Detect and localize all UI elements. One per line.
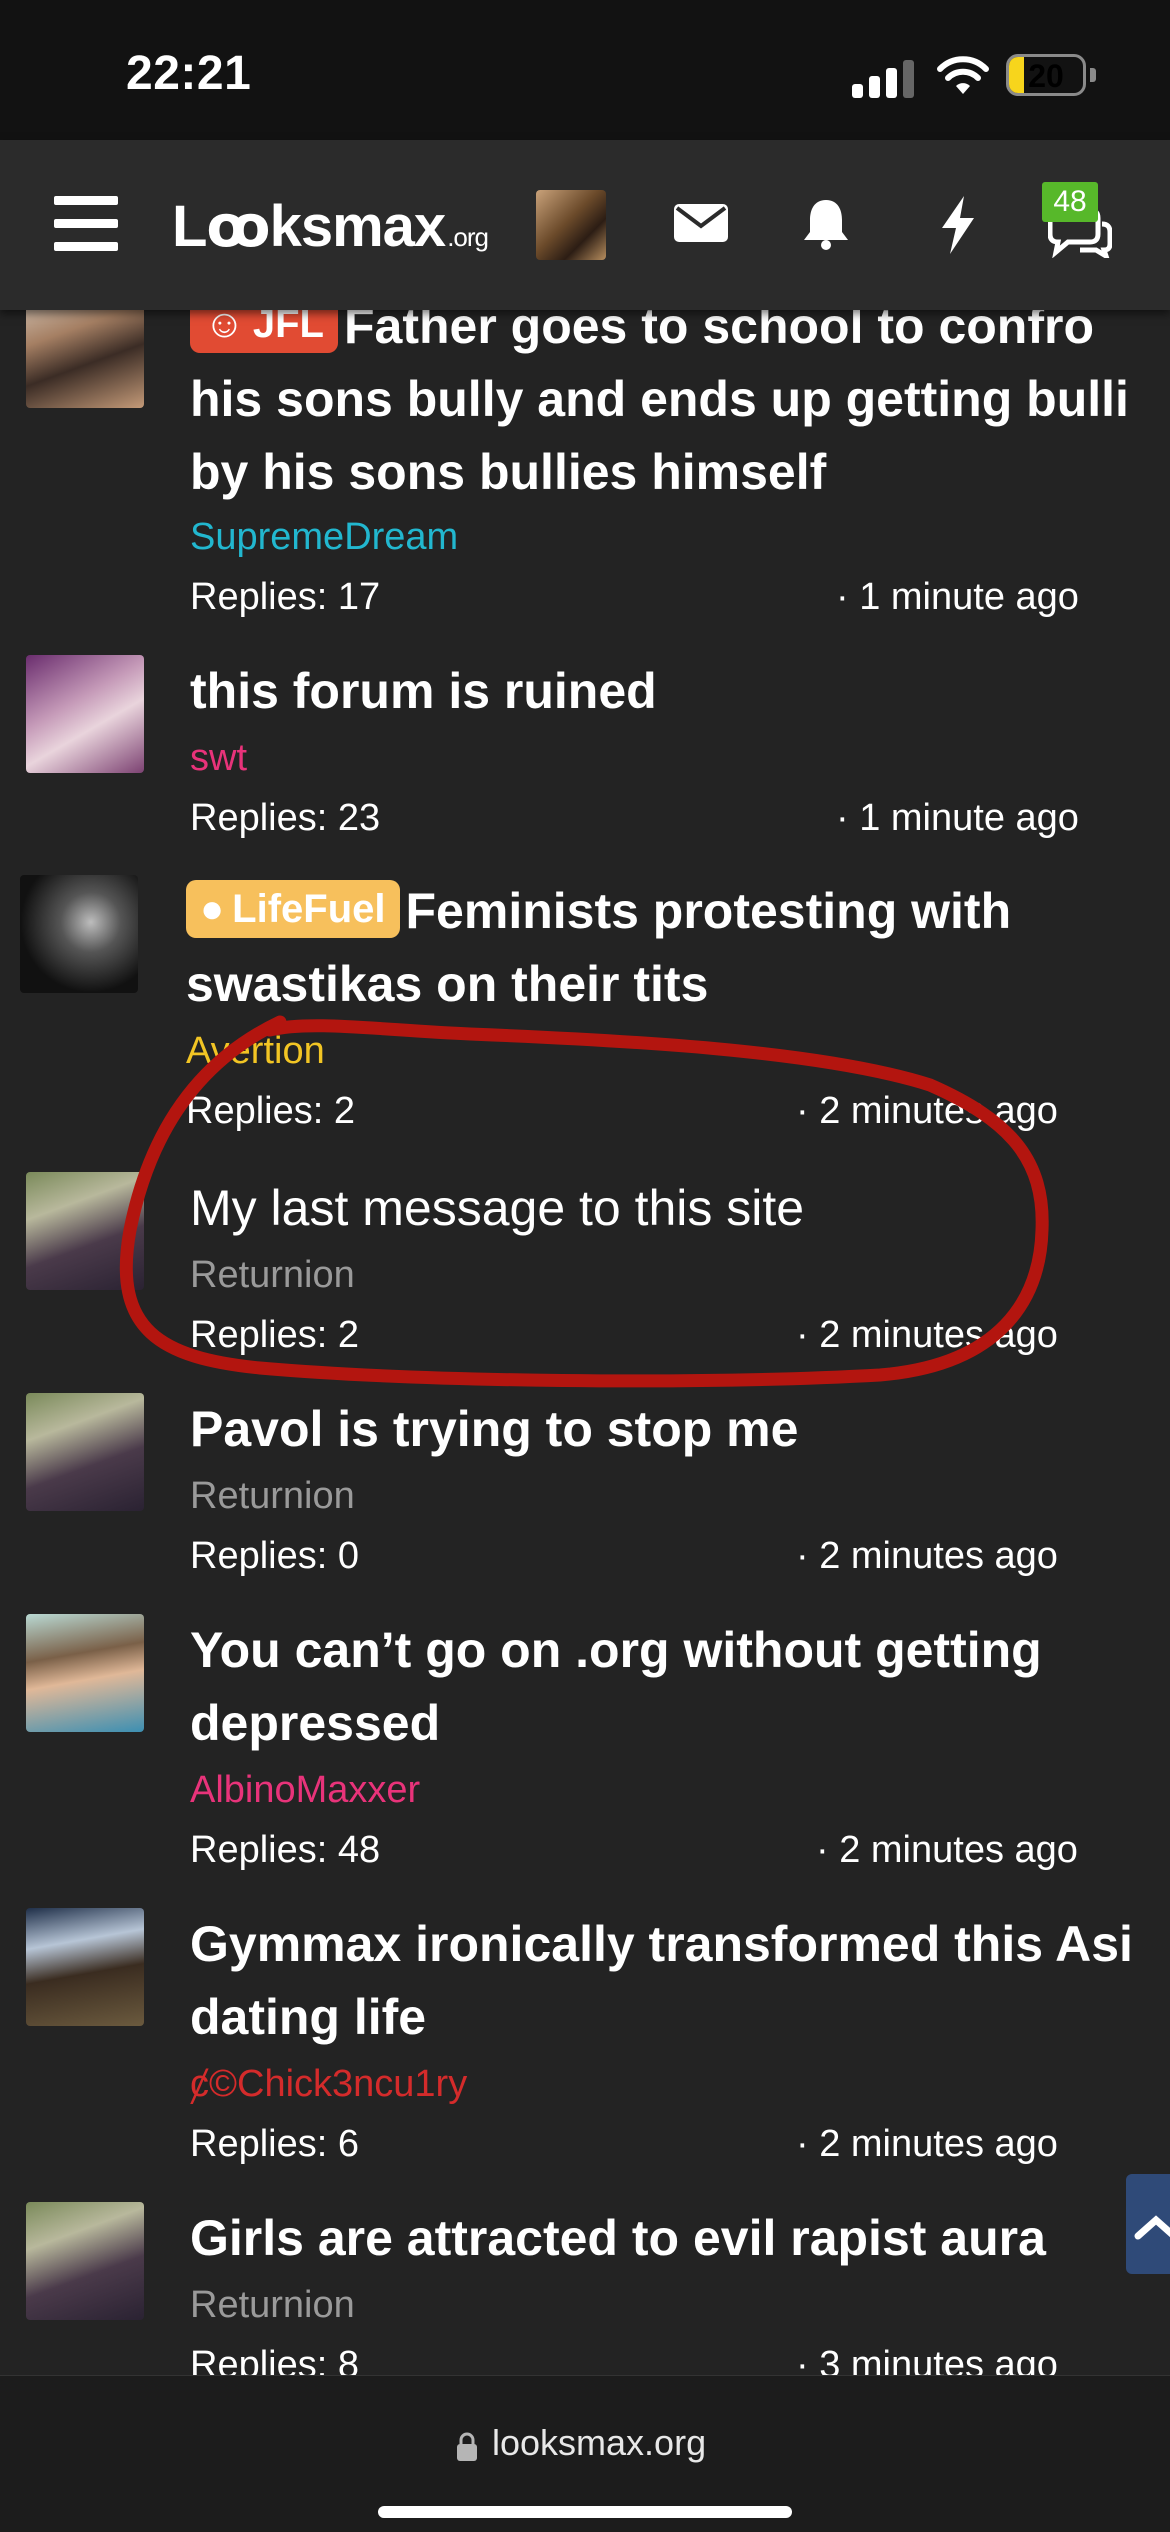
timestamp: · 2 minutes ago — [796, 1535, 1058, 1577]
timestamp: · 2 minutes ago — [816, 1829, 1078, 1871]
scroll-to-top-button[interactable] — [1126, 2174, 1170, 2274]
prefix-jfl[interactable]: ☺ JFL — [190, 310, 338, 353]
battery-icon: 20 — [1006, 54, 1086, 96]
thread-title[interactable]: ● LifeFuel Feminists protesting with — [186, 875, 1170, 948]
app-header: Lꝏksmax.org 48 — [0, 140, 1170, 310]
thread-item[interactable]: My last message to this site Returnion R… — [0, 1172, 1170, 1392]
thread-title[interactable]: Girls are attracted to evil rapist aura — [190, 2202, 1170, 2275]
author-link[interactable]: Avertion — [186, 1030, 325, 1073]
author-link[interactable]: ȼ©Chick3ncu1ry — [190, 2063, 467, 2106]
timestamp: · 2 minutes ago — [796, 1090, 1058, 1132]
reply-count: Replies: 48 — [190, 1829, 381, 1871]
reply-count: Replies: 8 — [190, 2344, 359, 2375]
battery-level: 20 — [1028, 58, 1064, 94]
avatar[interactable] — [20, 875, 138, 993]
mail-icon[interactable] — [674, 204, 728, 242]
author-link[interactable]: AlbinoMaxxer — [190, 1769, 420, 1812]
reply-count: Replies: 17 — [190, 576, 381, 618]
author-link[interactable]: SupremeDream — [190, 516, 458, 559]
thread-title[interactable]: My last message to this site — [190, 1172, 1170, 1245]
timestamp: · 2 minutes ago — [796, 1314, 1058, 1356]
thread-title[interactable]: this forum is ruined — [190, 655, 1170, 728]
thread-item[interactable]: You can’t go on .org without getting dep… — [0, 1614, 1170, 1904]
cellular-signal-icon — [852, 58, 916, 98]
thread-title[interactable]: Pavol is trying to stop me — [190, 1393, 1170, 1466]
chevron-up-icon — [1134, 2215, 1170, 2240]
reply-count: Replies: 0 — [190, 1535, 359, 1577]
reply-count: Replies: 23 — [190, 797, 381, 839]
status-bar: 22:21 20 — [0, 0, 1170, 140]
wifi-icon — [937, 56, 989, 94]
laugh-icon: ☺ — [204, 310, 245, 346]
timestamp: · 1 minute ago — [836, 797, 1079, 839]
prefix-label: JFL — [252, 310, 324, 346]
site-logo[interactable]: Lꝏksmax.org — [172, 192, 489, 260]
reply-count: Replies: 2 — [186, 1090, 355, 1132]
avatar[interactable] — [26, 1908, 144, 2026]
lock-icon — [457, 2432, 477, 2461]
title-line: Father goes to school to confro — [343, 310, 1094, 354]
browser-bottom-bar: looksmax.org — [0, 2375, 1170, 2532]
bolt-icon[interactable] — [938, 196, 978, 254]
title-line: Feminists protesting with — [405, 883, 1012, 939]
avatar[interactable] — [26, 655, 144, 773]
thread-title-line[interactable]: swastikas on their tits — [186, 948, 1170, 1021]
timestamp: · 3 minutes ago — [796, 2344, 1058, 2375]
menu-icon[interactable] — [54, 196, 118, 252]
reply-count: Replies: 2 — [190, 1314, 359, 1356]
thread-item[interactable]: ☺ JFL Father goes to school to confro his … — [0, 310, 1170, 530]
author-link[interactable]: Returnion — [190, 2284, 355, 2327]
avatar[interactable] — [26, 1393, 144, 1511]
user-avatar[interactable] — [536, 190, 606, 260]
thread-title-line[interactable]: dating life — [190, 1981, 1170, 2054]
thread-item[interactable]: ● LifeFuel Feminists protesting with swast… — [0, 875, 1170, 1155]
thread-item[interactable]: this forum is ruined swt Replies: 23 · 1… — [0, 655, 1170, 875]
timestamp: · 2 minutes ago — [796, 2123, 1058, 2165]
address-bar-url[interactable]: looksmax.org — [492, 2422, 706, 2464]
thread-title-line[interactable]: depressed — [190, 1687, 1170, 1760]
bell-icon[interactable] — [802, 198, 850, 250]
thread-item[interactable]: Girls are attracted to evil rapist aura … — [0, 2202, 1170, 2375]
author-link[interactable]: swt — [190, 737, 247, 780]
thread-item[interactable]: Gymmax ironically transformed this Asi d… — [0, 1908, 1170, 2198]
logo-suffix: .org — [447, 222, 489, 252]
author-link[interactable]: Returnion — [190, 1254, 355, 1297]
thread-title[interactable]: You can’t go on .org without getting — [190, 1614, 1170, 1687]
logo-text: Lꝏksmax — [172, 194, 446, 259]
thread-title-line[interactable]: his sons bully and ends up getting bulli — [190, 363, 1170, 436]
avatar[interactable] — [26, 2202, 144, 2320]
home-indicator[interactable] — [378, 2506, 792, 2518]
avatar[interactable] — [26, 310, 144, 408]
thread-title-line[interactable]: by his sons bullies himself — [190, 436, 1170, 509]
battery-tip — [1090, 68, 1096, 82]
thread-item[interactable]: Pavol is trying to stop me Returnion Rep… — [0, 1393, 1170, 1613]
thread-title[interactable]: ☺ JFL Father goes to school to confro — [190, 310, 1170, 363]
chat-badge[interactable]: 48 — [1042, 182, 1098, 222]
prefix-label: LifeFuel — [232, 887, 386, 931]
author-link[interactable]: Returnion — [190, 1475, 355, 1518]
thread-title[interactable]: Gymmax ironically transformed this Asi — [190, 1908, 1170, 1981]
avatar[interactable] — [26, 1614, 144, 1732]
thread-list: ☺ JFL Father goes to school to confro his … — [0, 310, 1170, 2375]
reply-count: Replies: 6 — [190, 2123, 359, 2165]
prefix-lifefuel[interactable]: ● LifeFuel — [186, 880, 400, 938]
lightbulb-icon: ● — [200, 887, 225, 931]
avatar[interactable] — [26, 1172, 144, 1290]
status-time: 22:21 — [126, 47, 252, 100]
timestamp: · 1 minute ago — [836, 576, 1079, 618]
